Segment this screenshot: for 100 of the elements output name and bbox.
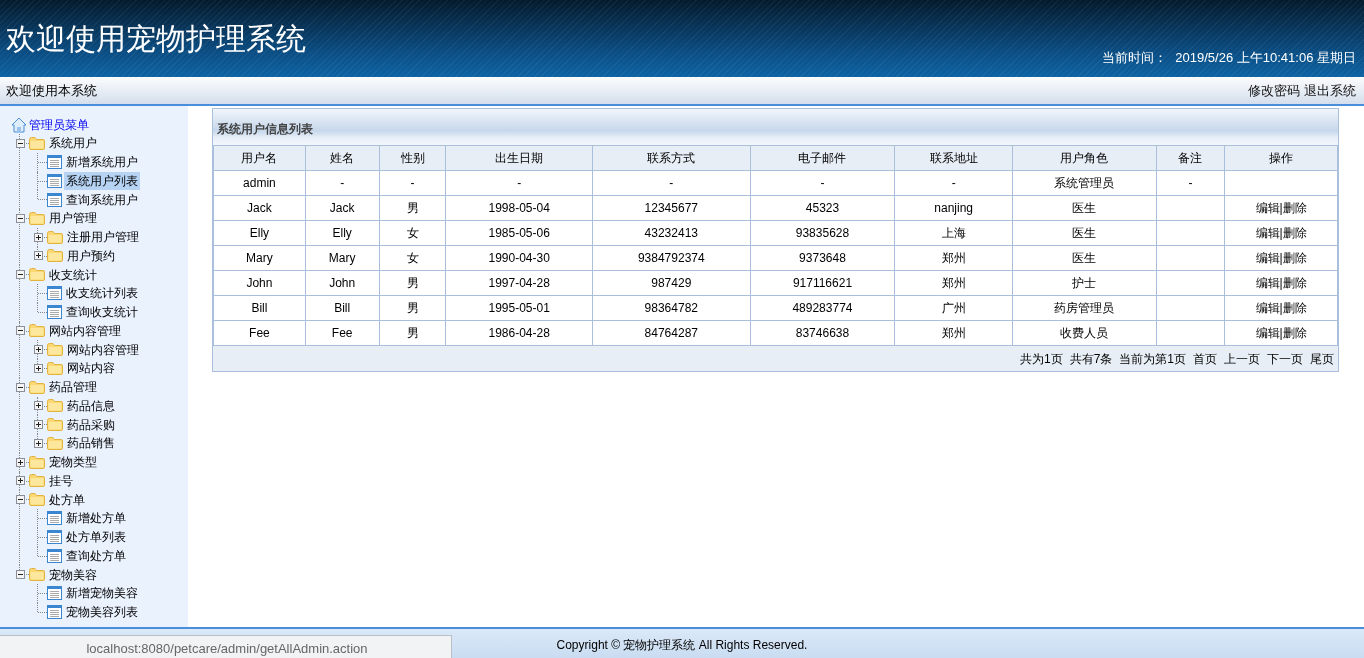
expand-icon[interactable]: [33, 363, 43, 373]
expand-icon[interactable]: [33, 438, 43, 448]
menu-item[interactable]: 查询系统用户: [64, 190, 140, 209]
table-cell: 45323: [805, 201, 840, 215]
menu-item[interactable]: 药品信息: [65, 396, 117, 415]
menu-item[interactable]: 宠物美容: [47, 565, 99, 584]
collapse-icon[interactable]: [15, 138, 25, 148]
menu-item[interactable]: 查询收支统计: [64, 303, 140, 322]
collapse-icon[interactable]: [15, 213, 25, 223]
menu-item[interactable]: 网站内容: [65, 359, 117, 378]
menu-item[interactable]: 新增宠物美容: [64, 584, 140, 603]
top-link[interactable]: 退出系统: [1304, 80, 1356, 101]
table-cell: 1997-04-28: [488, 276, 550, 290]
table-cell: nanjing: [934, 201, 973, 215]
page-icon: [47, 192, 62, 207]
menu-item[interactable]: 收支统计: [47, 265, 99, 284]
collapse-icon[interactable]: [15, 570, 25, 580]
copyright-text: Copyright © 宠物护理系统 All Rights Reserved.: [556, 637, 808, 654]
menu-item[interactable]: 挂号: [47, 471, 75, 490]
table-cell: 1985-05-06: [488, 226, 550, 240]
menu-item[interactable]: 宠物类型: [47, 453, 99, 472]
menu-item[interactable]: 用户管理: [47, 209, 99, 228]
menu-item[interactable]: 系统用户列表: [64, 171, 140, 190]
menu-item[interactable]: 新增处方单: [64, 509, 128, 528]
action-link[interactable]: 编辑: [1255, 251, 1280, 265]
folder-icon: [29, 324, 45, 338]
action-link[interactable]: 删除: [1282, 326, 1307, 340]
collapse-icon[interactable]: [15, 382, 25, 392]
table-cell: 男: [406, 301, 419, 315]
menu-item[interactable]: 用户预约: [65, 246, 117, 265]
action-link[interactable]: 删除: [1282, 276, 1307, 290]
folder-icon: [47, 249, 63, 263]
action-link[interactable]: 编辑: [1255, 201, 1280, 215]
menu-item[interactable]: 处方单: [47, 490, 87, 509]
table-cell: 98364782: [644, 301, 698, 315]
menu-item[interactable]: 网站内容管理: [65, 340, 141, 359]
menu-item[interactable]: 网站内容管理: [47, 321, 123, 340]
pager-link[interactable]: 下一页: [1267, 349, 1303, 368]
pager-info: 共有7条: [1069, 350, 1113, 368]
menu-item[interactable]: 药品采购: [65, 415, 117, 434]
separator-text: |: [1279, 276, 1283, 290]
expand-icon[interactable]: [33, 420, 43, 430]
action-link[interactable]: 编辑: [1255, 276, 1280, 290]
expand-icon[interactable]: [15, 476, 25, 486]
column-header: 操作: [1224, 145, 1338, 171]
menu-item[interactable]: 新增系统用户: [64, 153, 140, 172]
column-header: 出生日期: [445, 145, 593, 171]
table-cell: 系统管理员: [1054, 176, 1115, 190]
table-cell: 上海: [941, 226, 966, 240]
folder-icon: [47, 343, 63, 357]
action-link[interactable]: 删除: [1282, 226, 1307, 240]
page-icon: [47, 286, 62, 301]
expand-icon[interactable]: [33, 232, 43, 242]
menu-item[interactable]: 宠物美容列表: [64, 603, 140, 622]
expand-icon[interactable]: [33, 345, 43, 355]
panel-title: 系统用户信息列表: [217, 122, 313, 136]
collapse-icon[interactable]: [15, 495, 25, 505]
top-link[interactable]: 修改密码: [1248, 80, 1300, 101]
table-cell: 郑州: [941, 326, 966, 340]
menu-item[interactable]: 处方单列表: [64, 528, 128, 547]
action-link[interactable]: 删除: [1282, 201, 1307, 215]
collapse-icon[interactable]: [15, 270, 25, 280]
page-icon: [47, 155, 62, 170]
table-cell: 郑州: [941, 276, 966, 290]
table-cell: 广州: [941, 301, 966, 315]
folder-icon: [29, 211, 45, 225]
page-icon: [47, 586, 62, 601]
column-header: 用户角色: [1012, 145, 1156, 171]
home-icon: [11, 117, 27, 133]
action-link[interactable]: 编辑: [1255, 326, 1280, 340]
table-cell: John: [246, 276, 273, 290]
expand-icon[interactable]: [33, 401, 43, 411]
action-link[interactable]: 删除: [1282, 301, 1307, 315]
table-cell: 9384792374: [637, 251, 705, 265]
pager-link[interactable]: 首页: [1193, 349, 1217, 368]
table-cell: 女: [406, 251, 419, 265]
folder-icon: [29, 474, 45, 488]
collapse-icon[interactable]: [15, 326, 25, 336]
action-link[interactable]: 编辑: [1255, 301, 1280, 315]
menu-item[interactable]: 药品管理: [47, 378, 99, 397]
app-title: 欢迎使用宠物护理系统: [6, 21, 306, 54]
menu-item[interactable]: 药品销售: [65, 434, 117, 453]
folder-icon: [47, 399, 63, 413]
pager-link[interactable]: 上一页: [1224, 349, 1260, 368]
expand-icon[interactable]: [33, 251, 43, 261]
table-cell: 护士: [1072, 276, 1097, 290]
table-cell: Fee: [331, 326, 353, 340]
action-link[interactable]: 编辑: [1255, 226, 1280, 240]
menu-item[interactable]: 系统用户: [47, 134, 99, 153]
action-link[interactable]: 删除: [1282, 251, 1307, 265]
table-cell: 男: [406, 276, 419, 290]
menu-item[interactable]: 收支统计列表: [64, 284, 140, 303]
table-cell: 医生: [1072, 201, 1097, 215]
menu-item[interactable]: 查询处方单: [64, 546, 128, 565]
menu-title[interactable]: 管理员菜单: [29, 116, 89, 134]
expand-icon[interactable]: [15, 457, 25, 467]
menu-item[interactable]: 注册用户管理: [65, 228, 141, 247]
column-header: 备注: [1156, 145, 1225, 171]
table-cell: 93835628: [795, 226, 850, 240]
pager-link[interactable]: 尾页: [1310, 349, 1334, 368]
